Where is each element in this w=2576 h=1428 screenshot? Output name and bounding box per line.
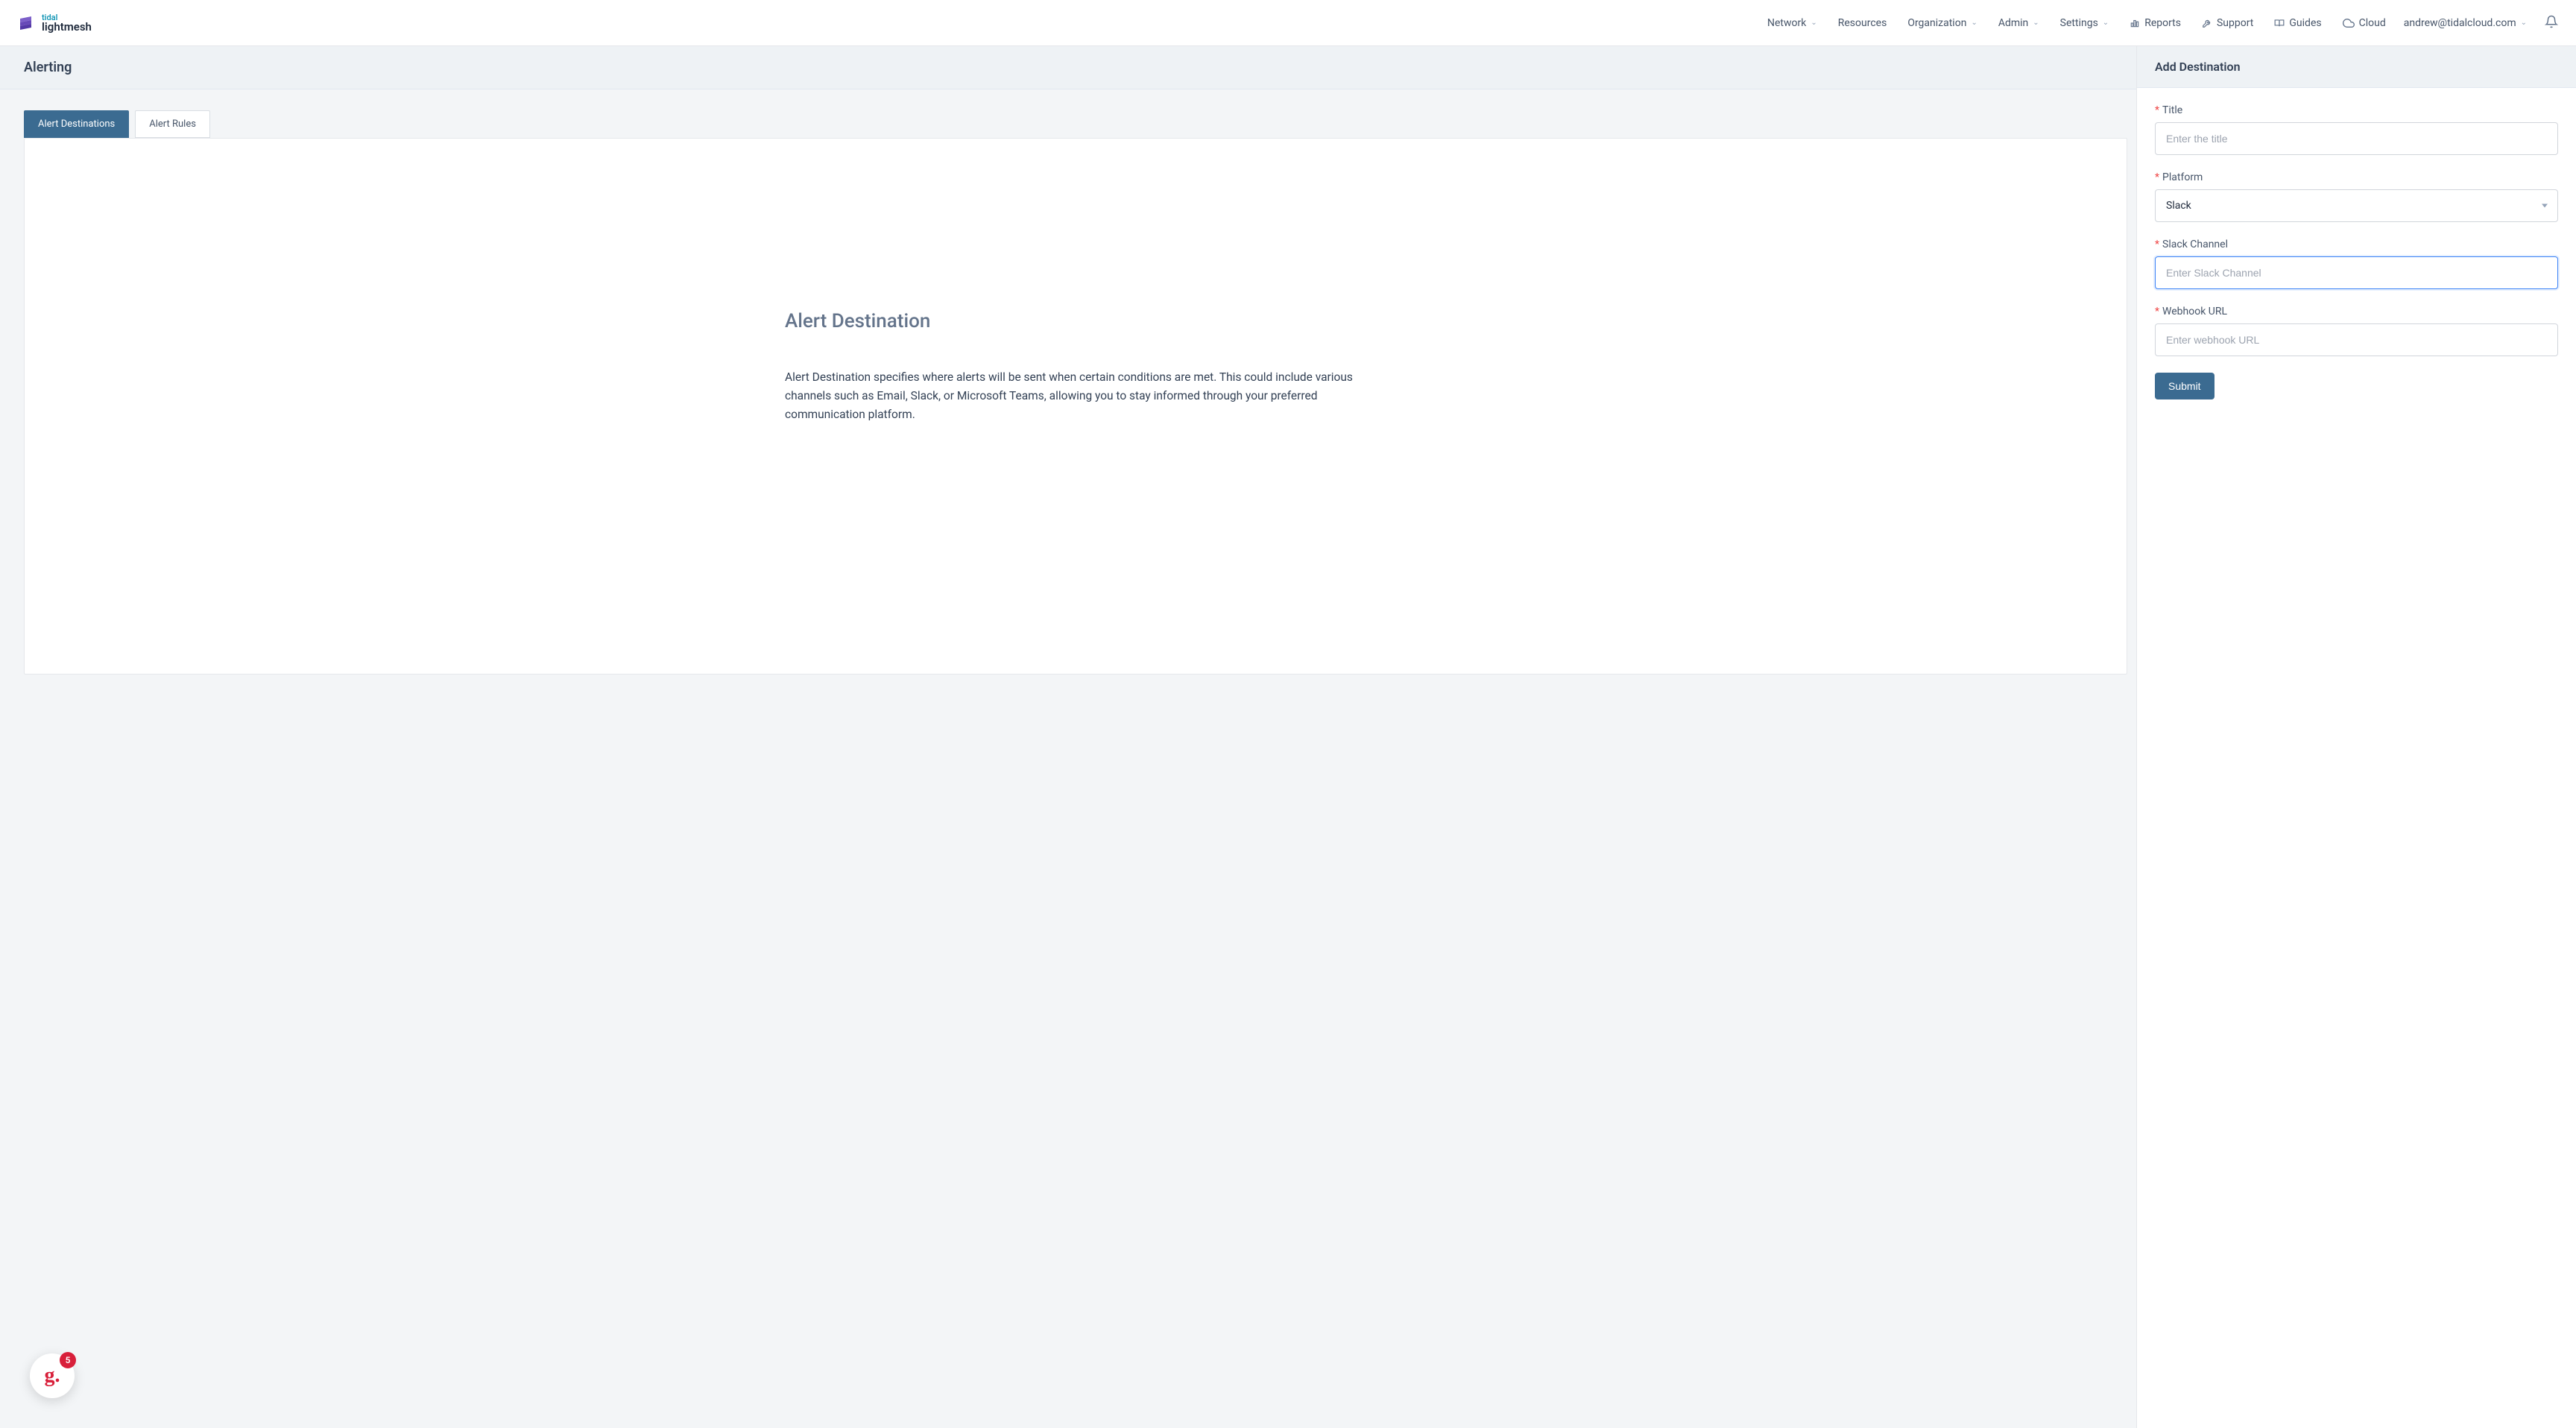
nav-resources[interactable]: Resources [1838, 17, 1887, 29]
page-title-bar: Alerting [0, 46, 2136, 89]
nav-reports-label: Reports [2144, 17, 2181, 29]
tab-rules-label: Alert Rules [149, 119, 196, 130]
chevron-down-icon: ⌄ [2033, 19, 2039, 27]
nav-resources-label: Resources [1838, 17, 1887, 29]
webhook-label: *Webhook URL [2155, 306, 2558, 317]
nav-user[interactable]: andrew@tidalcloud.com ⌄ [2404, 17, 2527, 29]
tab-destinations-label: Alert Destinations [38, 119, 115, 130]
title-label: *Title [2155, 104, 2558, 116]
help-widget[interactable]: g. 5 [30, 1353, 75, 1398]
content-body: Alert Destinations Alert Rules Alert Des… [0, 89, 2136, 1428]
main-nav: Network ⌄ Resources Organization ⌄ Admin… [1767, 17, 2322, 29]
form-group-webhook: *Webhook URL [2155, 306, 2558, 356]
nav-settings-label: Settings [2060, 17, 2098, 29]
webhook-input[interactable] [2155, 323, 2558, 356]
webhook-label-text: Webhook URL [2162, 306, 2227, 317]
nav-admin[interactable]: Admin ⌄ [1998, 17, 2039, 29]
tabs: Alert Destinations Alert Rules [24, 110, 2127, 138]
nav-network-label: Network [1767, 17, 1806, 29]
nav-guides[interactable]: Guides [2274, 17, 2321, 29]
nav-reports[interactable]: Reports [2130, 17, 2181, 29]
submit-button-label: Submit [2168, 380, 2201, 392]
required-asterisk: * [2155, 171, 2159, 183]
logo[interactable]: tidal lightmesh [18, 13, 92, 33]
nav-user-email: andrew@tidalcloud.com [2404, 17, 2516, 29]
nav-settings[interactable]: Settings ⌄ [2060, 17, 2109, 29]
slack-channel-input[interactable] [2155, 256, 2558, 289]
wrench-icon [2202, 18, 2212, 28]
card-inner: Alert Destination Alert Destination spec… [770, 310, 1381, 423]
help-glyph: g. [45, 1364, 60, 1388]
card-heading: Alert Destination [785, 310, 1366, 332]
platform-select[interactable]: Slack [2155, 189, 2558, 222]
chevron-down-icon: ⌄ [2521, 19, 2527, 27]
slack-channel-label-text: Slack Channel [2162, 238, 2228, 250]
nav-cloud[interactable]: Cloud [2343, 17, 2386, 29]
required-asterisk: * [2155, 306, 2159, 317]
notifications-button[interactable] [2545, 15, 2558, 31]
side-panel-body: *Title *Platform Slack *Slack Channel [2137, 88, 2576, 1428]
nav-cloud-label: Cloud [2359, 17, 2386, 29]
cloud-icon [2343, 17, 2355, 29]
tab-alert-rules[interactable]: Alert Rules [135, 110, 210, 138]
nav-organization-label: Organization [1907, 17, 1966, 29]
slack-channel-label: *Slack Channel [2155, 238, 2558, 250]
nav-admin-label: Admin [1998, 17, 2028, 29]
card-description: Alert Destination specifies where alerts… [785, 368, 1366, 423]
title-input[interactable] [2155, 122, 2558, 155]
logo-text: tidal lightmesh [42, 13, 92, 33]
logo-text-bottom: lightmesh [42, 22, 92, 33]
platform-label-text: Platform [2162, 171, 2203, 183]
book-icon [2274, 18, 2285, 28]
form-group-title: *Title [2155, 104, 2558, 155]
help-badge-count: 5 [66, 1355, 71, 1365]
help-badge: 5 [60, 1352, 76, 1368]
content-area: Alerting Alert Destinations Alert Rules … [0, 46, 2136, 1428]
required-asterisk: * [2155, 238, 2159, 250]
platform-label: *Platform [2155, 171, 2558, 183]
tab-alert-destinations[interactable]: Alert Destinations [24, 110, 129, 138]
platform-select-wrap: Slack [2155, 189, 2558, 222]
app-header: tidal lightmesh Network ⌄ Resources Orga… [0, 0, 2576, 46]
side-panel: Add Destination *Title *Platform Slack [2136, 46, 2576, 1428]
logo-icon [18, 14, 36, 32]
content-card: Alert Destination Alert Destination spec… [24, 138, 2127, 674]
main-layout: Alerting Alert Destinations Alert Rules … [0, 46, 2576, 1428]
form-group-platform: *Platform Slack [2155, 171, 2558, 222]
nav-support[interactable]: Support [2202, 17, 2253, 29]
nav-support-label: Support [2217, 17, 2253, 29]
chart-icon [2130, 18, 2140, 28]
chevron-down-icon: ⌄ [2103, 19, 2109, 27]
chevron-down-icon: ⌄ [1811, 19, 1816, 27]
platform-select-value: Slack [2166, 200, 2191, 212]
side-panel-title: Add Destination [2155, 60, 2558, 74]
side-panel-header: Add Destination [2137, 46, 2576, 88]
title-label-text: Title [2162, 104, 2182, 116]
nav-network[interactable]: Network ⌄ [1767, 17, 1817, 29]
required-asterisk: * [2155, 104, 2159, 116]
chevron-down-icon: ⌄ [1971, 19, 1977, 27]
nav-right: Cloud andrew@tidalcloud.com ⌄ [2343, 15, 2558, 31]
form-group-slack-channel: *Slack Channel [2155, 238, 2558, 289]
nav-guides-label: Guides [2289, 17, 2321, 29]
nav-organization[interactable]: Organization ⌄ [1907, 17, 1977, 29]
submit-button[interactable]: Submit [2155, 373, 2214, 399]
page-title: Alerting [24, 60, 2112, 75]
